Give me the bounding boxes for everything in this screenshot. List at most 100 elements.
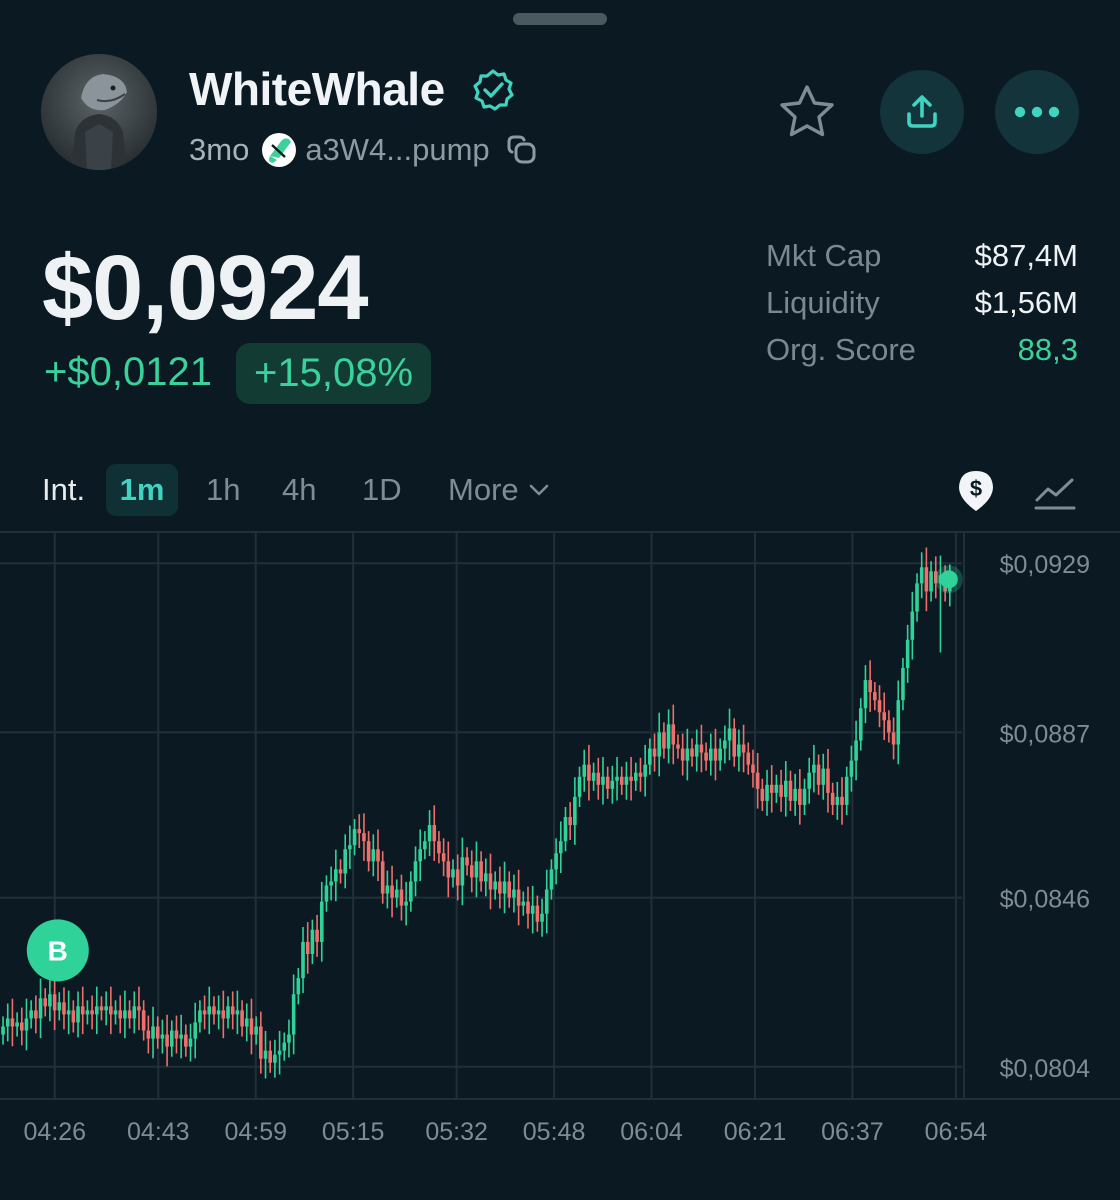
candle-body [151, 1026, 155, 1039]
candle-body [718, 748, 722, 761]
candle-body [868, 680, 872, 693]
token-meta: 3mo a3W4...pump [189, 130, 540, 170]
candle-body [184, 1034, 188, 1047]
candle-body [484, 873, 488, 882]
candle-body [844, 776, 849, 805]
candle-body [66, 1010, 71, 1015]
y-tick-label: $0,0887 [1000, 720, 1090, 748]
candle-body [896, 700, 901, 745]
candle-body [469, 865, 474, 878]
candle-body [910, 611, 915, 640]
candle-body [404, 901, 408, 906]
buy-marker-label: B [48, 935, 68, 966]
x-tick-label: 06:21 [724, 1118, 787, 1146]
candle-body [437, 841, 441, 854]
copy-icon[interactable] [504, 132, 540, 168]
candle-body [273, 1054, 277, 1063]
more-button[interactable] [995, 70, 1079, 154]
candle-body [863, 680, 868, 709]
candle-body [268, 1050, 273, 1063]
sheet-drag-handle[interactable] [513, 13, 607, 25]
candle-body [460, 857, 465, 886]
candle-body [188, 1038, 193, 1047]
candle-body [929, 571, 933, 592]
candle-body [34, 1010, 38, 1019]
candle-body [516, 889, 521, 906]
price-change-absolute: +$0,0121 [44, 350, 212, 394]
candle-body [877, 700, 882, 713]
candle-body [15, 1022, 19, 1027]
star-icon[interactable] [776, 82, 838, 144]
svg-text:$: $ [970, 476, 982, 501]
interval-1h-tab[interactable]: 1h [206, 464, 240, 516]
candle-body [760, 788, 765, 801]
candle-body [488, 873, 493, 890]
candle-body [807, 772, 812, 789]
interval-1d-tab[interactable]: 1D [362, 464, 402, 516]
candle-body [226, 1006, 230, 1019]
candle-body [901, 667, 905, 701]
candle-body [409, 881, 413, 902]
candle-body [769, 784, 774, 793]
candle-body [29, 1010, 33, 1019]
candle-body [380, 861, 385, 894]
candle-body [240, 1010, 244, 1027]
share-button[interactable] [880, 70, 964, 154]
stat-liquidity: Liquidity $1,56M [766, 279, 1078, 326]
x-tick-label: 04:43 [127, 1118, 190, 1146]
candle-body [741, 744, 746, 753]
interval-1m-tab[interactable]: 1m [106, 464, 178, 516]
stat-value: $1,56M [974, 284, 1078, 320]
candle-body [493, 881, 497, 890]
chevron-down-icon [529, 484, 548, 496]
x-tick-label: 05:48 [523, 1118, 586, 1146]
line-chart-icon[interactable] [1034, 474, 1076, 512]
share-icon [907, 95, 937, 128]
candle-body [821, 768, 826, 785]
candle-body [573, 796, 577, 826]
candle-body [619, 776, 624, 785]
stat-organic-score: Org. Score 88,3 [766, 326, 1078, 373]
token-name: WhiteWhale [189, 63, 445, 115]
dollar-pin-icon[interactable]: $ [956, 469, 996, 513]
candle-body [474, 861, 479, 878]
candle-body [113, 1010, 118, 1015]
interval-more-dropdown[interactable]: More [448, 464, 549, 516]
candle-body [385, 885, 390, 894]
candle-body [610, 780, 615, 789]
candle-body [202, 1010, 207, 1015]
candle-body [830, 792, 835, 805]
token-address[interactable]: a3W4...pump [305, 132, 489, 168]
candle-body [840, 796, 844, 805]
interval-4h-tab[interactable]: 4h [282, 464, 316, 516]
candle-body [826, 768, 830, 793]
candle-body [601, 776, 605, 785]
candle-body [563, 817, 568, 842]
candle-body [521, 901, 526, 906]
y-tick-label: $0,0804 [1000, 1055, 1090, 1083]
candle-body [638, 772, 643, 777]
candle-body [155, 1026, 160, 1039]
candle-body [207, 1006, 212, 1015]
interval-selector: Int. 1m 1h 4h 1D More [0, 464, 1120, 520]
candle-body [498, 881, 502, 894]
candle-body [52, 994, 57, 1011]
y-tick-label: $0,0846 [1000, 886, 1090, 914]
candle-body [680, 748, 685, 761]
candle-body [788, 780, 793, 801]
candle-body [62, 1002, 66, 1015]
candle-body [802, 788, 807, 805]
candle-body [783, 780, 788, 797]
candle-body [648, 748, 652, 765]
candle-body [507, 881, 512, 898]
candle-body [221, 1010, 226, 1019]
token-stats: Mkt Cap $87,4M Liquidity $1,56M Org. Sco… [766, 232, 1078, 373]
candle-body [713, 748, 718, 761]
candle-body [94, 1006, 99, 1015]
candle-body [854, 740, 858, 761]
x-tick-label: 04:59 [224, 1118, 287, 1146]
price-chart[interactable]: $0,0804 $0,0846 $0,0887 $0,0929 04:26 04:43 04… [0, 531, 1120, 1151]
candle-body [465, 857, 469, 866]
candle-body [451, 869, 455, 878]
candle-body [24, 1018, 29, 1031]
